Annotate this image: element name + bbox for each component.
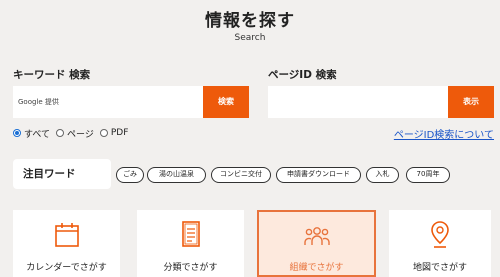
page-title: 情報を探す	[205, 11, 295, 31]
keyword-tag[interactable]: 入札	[366, 167, 399, 183]
keyword-search-box	[13, 86, 203, 118]
people-group-icon	[303, 227, 330, 245]
keyword-search-label: キーワード 検索	[13, 69, 91, 81]
radio-button[interactable]	[13, 129, 21, 137]
card-label: カレンダーでさがす	[26, 263, 107, 273]
radio-button[interactable]	[99, 129, 108, 137]
page-subtitle: Search	[234, 33, 266, 43]
keyword-tag[interactable]: 湯の山温泉	[147, 167, 206, 183]
keyword-tag[interactable]: ごみ	[116, 167, 144, 183]
pageid-search-box	[268, 86, 448, 118]
keyword-tag[interactable]: コンビニ交付	[211, 167, 271, 183]
pageid-search-label: ページID 検索	[268, 69, 337, 81]
search-by-calendar-card[interactable]: カレンダーでさがす	[13, 210, 120, 277]
pageid-help-link[interactable]: ページID検索について	[394, 126, 494, 141]
scope-option-label: PDF	[110, 128, 129, 138]
scope-option-pdf[interactable]: PDF	[99, 128, 129, 138]
radio-button[interactable]	[56, 129, 65, 137]
scope-option-all[interactable]: すべて	[13, 127, 50, 140]
search-by-map-card[interactable]: 地図でさがす	[389, 210, 491, 277]
keyword-tag[interactable]: 申請書ダウンロード	[276, 167, 361, 183]
scope-option-label: ページ	[67, 129, 94, 140]
pageid-display-button[interactable]: 表示	[448, 86, 494, 118]
search-scope-options: すべて ページ PDF	[13, 126, 134, 140]
map-pin-icon	[431, 221, 449, 248]
scope-option-label: すべて	[24, 129, 51, 140]
card-label: 地図でさがす	[412, 263, 467, 273]
keyword-tag[interactable]: 70周年	[406, 167, 450, 183]
scope-option-page[interactable]: ページ	[56, 127, 94, 140]
trending-words-label: 注目ワード	[13, 159, 111, 189]
keyword-search-input[interactable]	[18, 86, 198, 118]
document-list-icon	[181, 221, 200, 247]
card-label: 分類でさがす	[163, 263, 218, 273]
pageid-search-input[interactable]	[273, 86, 443, 118]
search-by-organization-card[interactable]: 組織でさがす	[257, 210, 376, 277]
keyword-search-button[interactable]: 検索	[203, 86, 249, 118]
calendar-icon	[54, 223, 79, 247]
card-label: 組織でさがす	[289, 263, 344, 273]
search-by-category-card[interactable]: 分類でさがす	[137, 210, 244, 277]
